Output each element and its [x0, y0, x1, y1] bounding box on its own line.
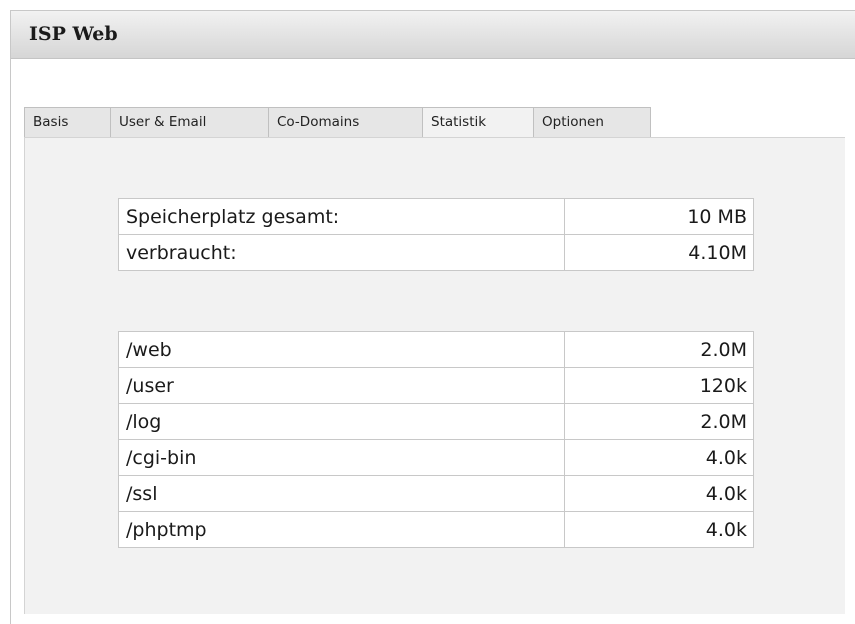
table-row: verbraucht: 4.10M [118, 234, 754, 271]
window-title: ISP Web [29, 23, 118, 45]
statistik-panel: Speicherplatz gesamt: 10 MB verbraucht: … [24, 137, 845, 614]
directory-size: 2.0M [564, 403, 754, 440]
directory-path: /cgi-bin [118, 439, 565, 476]
directory-path: /phptmp [118, 511, 565, 548]
directory-path: /user [118, 367, 565, 404]
table-row: Speicherplatz gesamt: 10 MB [118, 198, 754, 235]
tab-optionen[interactable]: Optionen [533, 107, 651, 137]
directory-size: 4.0k [564, 475, 754, 512]
table-row: /phptmp 4.0k [118, 511, 754, 548]
table-row: /cgi-bin 4.0k [118, 439, 754, 476]
table-row: /web 2.0M [118, 331, 754, 368]
storage-total-value: 10 MB [564, 198, 754, 235]
tab-bar: Basis User & Email Co-Domains Statistik … [24, 107, 651, 137]
directory-path: /web [118, 331, 565, 368]
storage-total-label: Speicherplatz gesamt: [118, 198, 565, 235]
directory-size: 2.0M [564, 331, 754, 368]
storage-used-value: 4.10M [564, 234, 754, 271]
directory-size: 120k [564, 367, 754, 404]
tab-basis[interactable]: Basis [24, 107, 111, 137]
tab-statistik[interactable]: Statistik [422, 107, 534, 137]
storage-used-label: verbraucht: [118, 234, 565, 271]
table-row: /user 120k [118, 367, 754, 404]
table-row: /ssl 4.0k [118, 475, 754, 512]
window-titlebar: ISP Web [11, 11, 855, 59]
tab-co-domains[interactable]: Co-Domains [268, 107, 423, 137]
table-row: /log 2.0M [118, 403, 754, 440]
storage-summary-table: Speicherplatz gesamt: 10 MB verbraucht: … [118, 198, 754, 271]
directory-usage-table: /web 2.0M /user 120k /log 2.0M /cgi-bin … [118, 331, 754, 548]
directory-size: 4.0k [564, 439, 754, 476]
directory-path: /ssl [118, 475, 565, 512]
directory-path: /log [118, 403, 565, 440]
tab-user-email[interactable]: User & Email [110, 107, 269, 137]
directory-size: 4.0k [564, 511, 754, 548]
